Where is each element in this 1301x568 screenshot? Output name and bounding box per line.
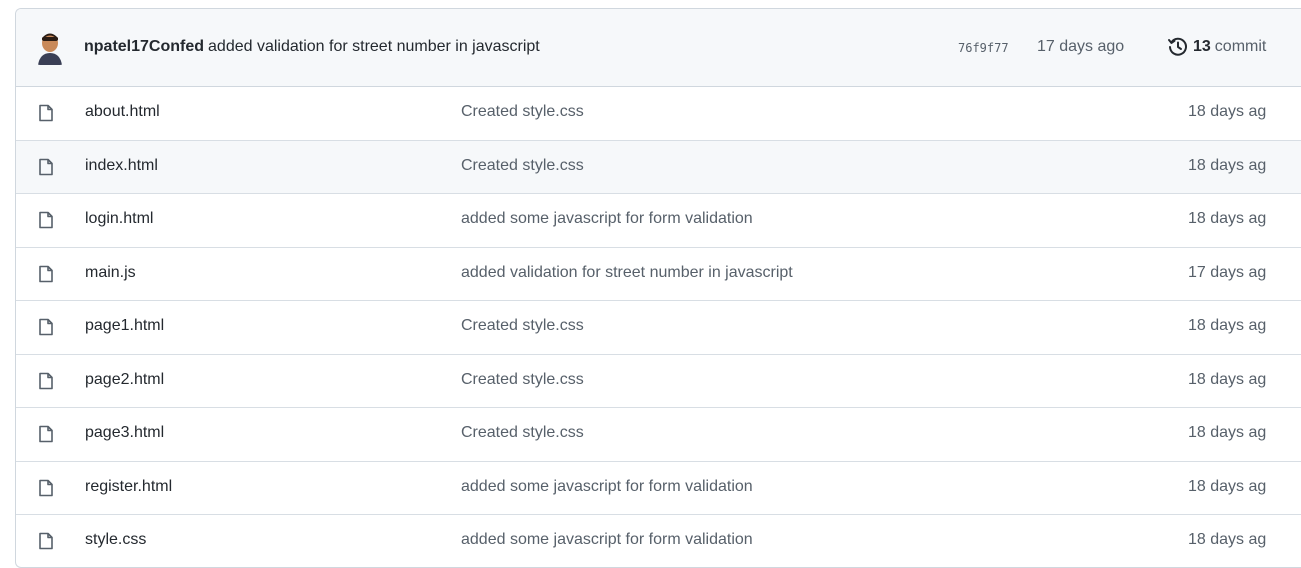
file-icon (38, 104, 54, 122)
file-name-link[interactable]: page2.html (85, 371, 164, 389)
file-age: 18 days ag (1188, 317, 1267, 334)
file-commit-message-link[interactable]: Created style.css (461, 317, 584, 335)
file-name-link[interactable]: page1.html (85, 317, 164, 335)
file-icon (38, 479, 54, 497)
file-commit-message-link[interactable]: added validation for street number in ja… (461, 264, 793, 282)
commit-count: 13 (1193, 38, 1211, 55)
file-row[interactable]: page2.html Created style.css 18 days ag (16, 355, 1301, 408)
file-commit-message-link[interactable]: Created style.css (461, 103, 584, 121)
commit-message-link[interactable]: added validation for street number in ja… (208, 38, 540, 55)
file-row[interactable]: page3.html Created style.css 18 days ag (16, 408, 1301, 462)
file-age: 17 days ag (1188, 263, 1267, 281)
commit-author-link[interactable]: npatel17Confed (84, 38, 204, 55)
file-icon (38, 211, 54, 229)
file-icon (38, 425, 54, 443)
file-name-link[interactable]: register.html (85, 478, 172, 496)
file-commit-message-link[interactable]: added some javascript for form validatio… (461, 210, 753, 228)
file-name-link[interactable]: page3.html (85, 424, 164, 442)
file-age: 18 days ag (1188, 156, 1267, 174)
file-name-link[interactable]: index.html (85, 157, 158, 175)
file-age: 18 days ag (1188, 210, 1267, 227)
file-list: about.html Created style.css 18 days ag … (16, 87, 1301, 567)
file-icon (38, 265, 54, 283)
file-icon (38, 318, 54, 336)
file-row[interactable]: about.html Created style.css 18 days ag (16, 87, 1301, 141)
file-name-link[interactable]: login.html (85, 210, 153, 228)
file-commit-message-link[interactable]: Created style.css (461, 157, 584, 175)
avatar[interactable] (36, 31, 64, 65)
file-icon (38, 532, 54, 550)
file-age: 18 days ag (1188, 424, 1267, 441)
file-commit-message-link[interactable]: added some javascript for form validatio… (461, 531, 753, 549)
commit-date: 17 days ago (1037, 38, 1125, 55)
file-row[interactable]: style.css added some javascript for form… (16, 515, 1301, 567)
commit-sha-link[interactable]: 76f9f77 (958, 41, 1009, 55)
latest-commit-header: npatel17Confed added validation for stree… (16, 9, 1301, 87)
file-row[interactable]: page1.html Created style.css 18 days ag (16, 301, 1301, 355)
repo-file-browser: npatel17Confed added validation for stree… (15, 8, 1301, 568)
file-row[interactable]: login.html added some javascript for for… (16, 194, 1301, 248)
file-age: 18 days ag (1188, 103, 1267, 120)
commit-summary: npatel17Confed added validation for stree… (84, 38, 540, 56)
file-commit-message-link[interactable]: added some javascript for form validatio… (461, 478, 753, 496)
file-name-link[interactable]: about.html (85, 103, 160, 121)
file-row[interactable]: index.html Created style.css 18 days ag (16, 140, 1301, 194)
file-name-link[interactable]: style.css (85, 531, 146, 549)
file-name-link[interactable]: main.js (85, 264, 136, 282)
file-row[interactable]: register.html added some javascript for … (16, 462, 1301, 515)
file-icon (38, 158, 54, 176)
commit-count-label: commit (1214, 38, 1267, 55)
file-row[interactable]: main.js added validation for street numb… (16, 248, 1301, 301)
file-age: 18 days ag (1188, 370, 1267, 388)
commit-history-link[interactable]: 13 commit (1167, 36, 1266, 58)
file-commit-message-link[interactable]: Created style.css (461, 424, 584, 442)
file-commit-message-link[interactable]: Created style.css (461, 371, 584, 389)
file-icon (38, 372, 54, 390)
file-age: 18 days ag (1188, 477, 1267, 495)
history-icon (1167, 36, 1189, 58)
file-age: 18 days ag (1188, 531, 1267, 548)
